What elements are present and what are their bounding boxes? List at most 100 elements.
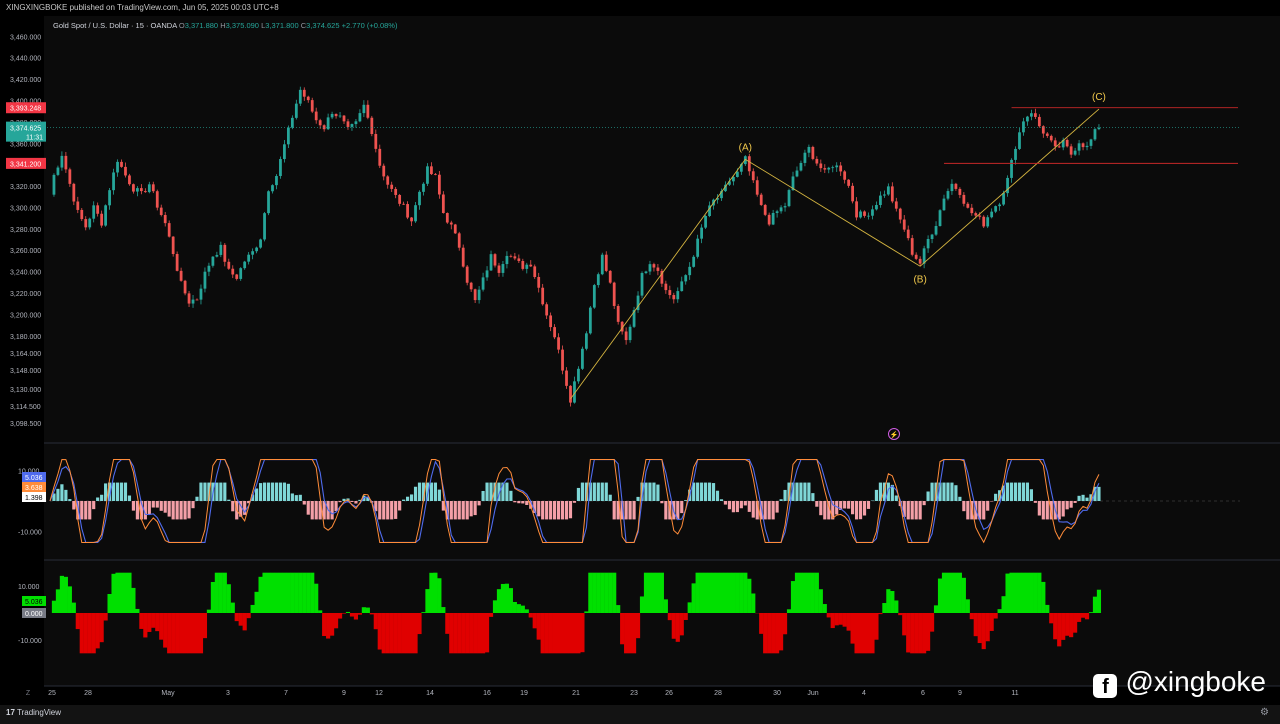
candle-body: [545, 304, 549, 316]
candle-body: [501, 264, 505, 273]
candle-body: [970, 207, 974, 214]
x-tick-label: 9: [958, 690, 962, 697]
candle-body: [1081, 143, 1085, 148]
candle-body: [449, 222, 453, 225]
candle-body: [700, 227, 704, 239]
candle-body: [656, 267, 660, 271]
candle-body: [334, 113, 338, 117]
candle-body: [1014, 148, 1017, 160]
osc-value-label: 5.036: [25, 475, 43, 482]
candle-body: [473, 289, 477, 301]
candle-body: [1065, 139, 1069, 147]
bottom-bar: [0, 705, 1280, 724]
candle-body: [847, 179, 851, 186]
candle-body: [839, 165, 843, 172]
candle-body: [318, 120, 322, 126]
candle-body: [445, 213, 449, 223]
candle-body: [914, 254, 918, 259]
candle-body: [179, 270, 183, 281]
candle-body: [962, 194, 966, 204]
candle-body: [1026, 116, 1029, 122]
gear-icon[interactable]: ⚙: [1260, 707, 1272, 719]
candle-body: [823, 168, 827, 170]
candle-body: [398, 194, 402, 204]
candle-body: [290, 117, 294, 128]
y-tick-label: 3,420.000: [10, 77, 41, 84]
ohlc-value: 3,375.090: [225, 21, 259, 30]
candle-body: [215, 254, 219, 257]
candle-body: [684, 275, 688, 282]
x-tick-label: 28: [714, 690, 722, 697]
symbol-legend[interactable]: Gold Spot / U.S. Dollar · 15 · OANDA O3,…: [53, 21, 397, 30]
candle-body: [807, 146, 811, 153]
candle-body: [624, 331, 628, 341]
candle-body: [763, 204, 767, 215]
candle-body: [779, 207, 783, 212]
candle-body: [362, 104, 366, 114]
candle-body: [803, 152, 807, 163]
candle-body: [529, 264, 533, 267]
candle-body: [370, 117, 374, 135]
candle-body: [279, 159, 282, 177]
candle-body: [505, 255, 509, 265]
candle-body: [247, 254, 251, 262]
y-tick-label: 3,280.000: [10, 227, 41, 234]
candle-body: [875, 204, 878, 210]
candle-body: [843, 171, 847, 180]
candle-body: [263, 213, 266, 240]
candle-body: [827, 167, 831, 170]
chart-canvas[interactable]: 3,460.0003,440.0003,420.0003,400.0003,38…: [0, 16, 1280, 705]
candle-body: [938, 210, 942, 227]
hist-y-tick-label: -10.000: [18, 638, 42, 645]
candle-body: [84, 219, 88, 228]
candle-body: [338, 115, 342, 117]
watermark: f @xingboke: [1093, 666, 1266, 698]
candle-body: [342, 115, 346, 122]
candle-body: [835, 165, 839, 168]
candle-body: [302, 89, 306, 97]
candle-body: [664, 283, 668, 291]
candle-body: [553, 327, 556, 338]
candle-body: [998, 204, 1002, 207]
candle-body: [378, 148, 382, 166]
candle-body: [267, 191, 270, 214]
tradingview-logo[interactable]: 17 TradingView: [6, 708, 61, 717]
x-tick-label: 3: [226, 690, 230, 697]
candle-body: [259, 239, 262, 248]
candle-body: [672, 295, 676, 300]
x-tick-label: 23: [630, 690, 638, 697]
candle-body: [990, 211, 994, 218]
candle-body: [211, 256, 215, 266]
publish-line: XINGXINGBOKE published on TradingView.co…: [6, 3, 279, 12]
candle-body: [771, 212, 775, 225]
y-tick-label: 3,260.000: [10, 248, 41, 255]
candle-body: [271, 185, 274, 192]
candle-body: [1069, 146, 1073, 155]
x-tick-label: 26: [665, 690, 673, 697]
ohlc-value: 3,374.625: [306, 21, 340, 30]
y-tick-label: 3,440.000: [10, 56, 41, 63]
candle-body: [759, 194, 763, 205]
candle-body: [251, 251, 255, 255]
candle-body: [298, 89, 302, 104]
candle-body: [652, 264, 656, 268]
candle-body: [167, 223, 171, 237]
candle-body: [402, 203, 406, 205]
candle-body: [1037, 116, 1041, 127]
candle-body: [604, 254, 608, 271]
candle-body: [1030, 113, 1033, 117]
candle-body: [596, 274, 600, 286]
candle-body: [648, 264, 652, 272]
candle-body: [898, 208, 902, 220]
candle-body: [867, 215, 870, 217]
candle-body: [747, 156, 751, 172]
candle-body: [322, 125, 326, 130]
candle-body: [207, 265, 211, 272]
ohlc-value: 3,371.800: [265, 21, 299, 30]
candle-body: [390, 184, 394, 189]
candle-body: [751, 171, 755, 181]
candle-body: [688, 266, 692, 276]
candle-body: [696, 238, 700, 257]
candle-body: [581, 348, 584, 369]
candle-body: [183, 280, 187, 294]
